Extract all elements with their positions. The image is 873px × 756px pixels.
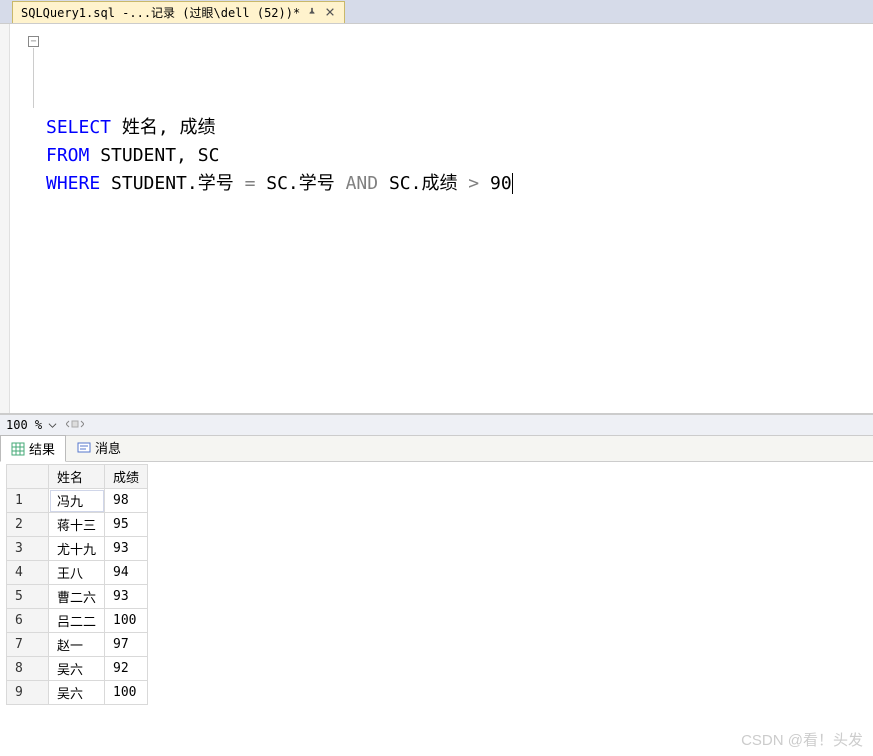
cell[interactable]: 曹二六 bbox=[49, 585, 105, 609]
cell[interactable]: 尤十九 bbox=[49, 537, 105, 561]
table-row[interactable]: 8吴六92 bbox=[7, 657, 148, 681]
table-row[interactable]: 1冯九98 bbox=[7, 489, 148, 513]
tab-bar: SQLQuery1.sql -...记录 (过眼\dell (52))* bbox=[0, 0, 873, 24]
cell[interactable]: 100 bbox=[105, 681, 148, 705]
grid-corner[interactable] bbox=[7, 465, 49, 489]
table-row[interactable]: 3尤十九93 bbox=[7, 537, 148, 561]
tab-messages-label: 消息 bbox=[95, 438, 121, 457]
cell[interactable]: 94 bbox=[105, 561, 148, 585]
cell[interactable]: 吴六 bbox=[49, 681, 105, 705]
horizontal-scroll-thumb[interactable] bbox=[66, 417, 84, 434]
table-row[interactable]: 2蒋十三95 bbox=[7, 513, 148, 537]
fold-toggle-icon[interactable]: − bbox=[28, 36, 39, 47]
tab-results[interactable]: 结果 bbox=[0, 435, 66, 462]
row-number[interactable]: 7 bbox=[7, 633, 49, 657]
sql-operator: > bbox=[468, 173, 479, 194]
row-number[interactable]: 1 bbox=[7, 489, 49, 513]
row-number[interactable]: 3 bbox=[7, 537, 49, 561]
close-icon[interactable] bbox=[324, 6, 336, 18]
row-number[interactable]: 9 bbox=[7, 681, 49, 705]
sql-number: 90 bbox=[479, 173, 513, 194]
results-grid: 姓名 成绩 1冯九982蒋十三953尤十九934王八945曹二六936吕二二10… bbox=[6, 464, 148, 705]
col-header[interactable]: 姓名 bbox=[49, 465, 105, 489]
sql-keyword-and: AND bbox=[346, 173, 379, 194]
sql-operator: = bbox=[245, 173, 256, 194]
tab-title: SQLQuery1.sql -...记录 (过眼\dell (52))* bbox=[21, 4, 300, 21]
cell[interactable]: 100 bbox=[105, 609, 148, 633]
cell[interactable]: 93 bbox=[105, 585, 148, 609]
table-row[interactable]: 6吕二二100 bbox=[7, 609, 148, 633]
cell[interactable]: 93 bbox=[105, 537, 148, 561]
cell[interactable]: 吴六 bbox=[49, 657, 105, 681]
table-row[interactable]: 9吴六100 bbox=[7, 681, 148, 705]
sql-keyword: SELECT bbox=[46, 117, 111, 138]
table-row[interactable]: 5曹二六93 bbox=[7, 585, 148, 609]
cell[interactable]: 95 bbox=[105, 513, 148, 537]
cell[interactable]: 92 bbox=[105, 657, 148, 681]
messages-icon bbox=[77, 441, 91, 455]
tab-results-label: 结果 bbox=[29, 439, 55, 458]
sql-keyword: FROM bbox=[46, 145, 89, 166]
sql-editor[interactable]: − SELECT 姓名, 成绩 FROM STUDENT, SC WHERE S… bbox=[0, 24, 873, 414]
row-number[interactable]: 4 bbox=[7, 561, 49, 585]
zoom-bar: 100 % bbox=[0, 414, 873, 436]
row-number[interactable]: 8 bbox=[7, 657, 49, 681]
row-number[interactable]: 6 bbox=[7, 609, 49, 633]
sql-text: STUDENT.学号 bbox=[100, 173, 244, 194]
tab-messages[interactable]: 消息 bbox=[66, 434, 132, 461]
document-tab[interactable]: SQLQuery1.sql -...记录 (过眼\dell (52))* bbox=[12, 1, 345, 23]
results-grid-area[interactable]: 姓名 成绩 1冯九982蒋十三953尤十九934王八945曹二六936吕二二10… bbox=[0, 462, 873, 756]
table-row[interactable]: 4王八94 bbox=[7, 561, 148, 585]
sql-text: STUDENT, SC bbox=[89, 145, 219, 166]
cell[interactable]: 97 bbox=[105, 633, 148, 657]
cell[interactable]: 98 bbox=[105, 489, 148, 513]
col-header[interactable]: 成绩 bbox=[105, 465, 148, 489]
sql-text: 姓名, 成绩 bbox=[111, 117, 216, 138]
row-number[interactable]: 5 bbox=[7, 585, 49, 609]
fold-line bbox=[33, 48, 34, 108]
grid-icon bbox=[11, 442, 25, 456]
sql-text: SC.学号 bbox=[255, 173, 345, 194]
row-number[interactable]: 2 bbox=[7, 513, 49, 537]
cell[interactable]: 吕二二 bbox=[49, 609, 105, 633]
zoom-dropdown-icon[interactable] bbox=[46, 419, 58, 431]
sql-text: SC.成绩 bbox=[378, 173, 468, 194]
editor-gutter bbox=[0, 24, 10, 413]
cell[interactable]: 王八 bbox=[49, 561, 105, 585]
results-tab-bar: 结果 消息 bbox=[0, 436, 873, 462]
table-row[interactable]: 7赵一97 bbox=[7, 633, 148, 657]
cell[interactable]: 冯九 bbox=[49, 489, 105, 513]
sql-keyword: WHERE bbox=[46, 173, 100, 194]
pin-icon[interactable] bbox=[306, 6, 318, 18]
cell[interactable]: 赵一 bbox=[49, 633, 105, 657]
cell[interactable]: 蒋十三 bbox=[49, 513, 105, 537]
zoom-value: 100 % bbox=[6, 418, 42, 432]
code-pane[interactable]: − SELECT 姓名, 成绩 FROM STUDENT, SC WHERE S… bbox=[10, 24, 873, 413]
